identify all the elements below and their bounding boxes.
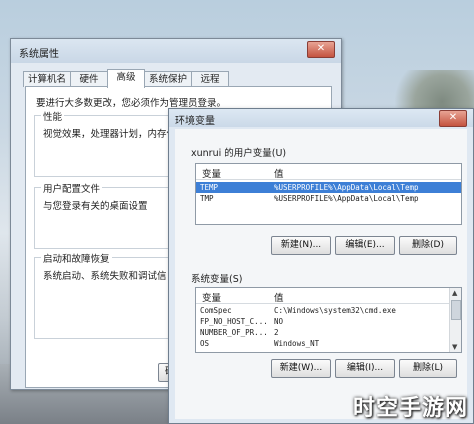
tab-hardware[interactable]: 硬件 [70,71,108,87]
user-edit-button[interactable]: 编辑(E)... [335,236,395,255]
close-icon[interactable]: ✕ [439,110,467,127]
user-variable-row[interactable]: TMP %USERPROFILE%\AppData\Local\Temp [196,193,461,204]
system-edit-button[interactable]: 编辑(I)... [335,359,395,378]
system-variables-label: 系统变量(S) [191,274,243,285]
startup-label: 启动和故障恢复 [41,251,112,265]
tab-system-protection[interactable]: 系统保护 [144,71,192,87]
startup-desc: 系统启动、系统失败和调试信 [43,271,167,282]
variable-name: OS [200,339,210,348]
watermark-logo: 时空手游网 [352,396,468,421]
column-variable[interactable]: 变量 [202,166,221,180]
variable-value: C:\Windows\system32\cmd.exe [274,306,396,315]
scroll-up-icon[interactable]: ▲ [452,289,457,297]
environment-variables-titlebar[interactable]: 环境变量 ✕ [169,109,473,127]
variable-value: %USERPROFILE%\AppData\Local\Temp [274,194,419,203]
close-icon[interactable]: ✕ [307,41,335,58]
user-variables-label: xunrui 的用户变量(U) [191,148,287,159]
environment-variables-title: 环境变量 [175,116,215,127]
variable-value: Windows_NT [274,339,320,348]
system-variable-row[interactable]: OS Windows_NT [196,338,461,349]
user-new-button[interactable]: 新建(N)... [271,236,331,255]
performance-desc: 视觉效果，处理器计划，内存使 [43,129,177,140]
system-variables-header: 变量 值 [196,288,461,304]
variable-name: NUMBER_OF_PR... [200,328,268,337]
tab-advanced[interactable]: 高级 [107,69,145,88]
scroll-thumb[interactable] [451,300,461,320]
system-properties-title: 系统属性 [19,49,59,60]
scroll-down-icon[interactable]: ▼ [452,343,457,351]
system-variable-row[interactable]: NUMBER_OF_PR... 2 [196,327,461,338]
system-new-button[interactable]: 新建(W)... [271,359,331,378]
variable-value: NO [274,317,284,326]
admin-note: 要进行大多数更改，您必须作为管理员登录。 [36,98,227,109]
system-variable-row[interactable]: ComSpec C:\Windows\system32\cmd.exe [196,305,461,316]
tab-computer-name[interactable]: 计算机名 [23,71,71,87]
variable-name: TEMP [200,183,219,192]
user-profiles-label: 用户配置文件 [41,181,103,195]
system-delete-button[interactable]: 删除(L) [399,359,457,378]
system-variables-list[interactable]: 变量 值 ComSpec C:\Windows\system32\cmd.exe… [195,287,462,353]
variable-name: FP_NO_HOST_C... [200,317,268,326]
variable-value: 2 [274,328,279,337]
variable-name: TMP [200,194,214,203]
user-variables-list[interactable]: 变量 值 TEMP %USERPROFILE%\AppData\Local\Te… [195,163,462,225]
user-variable-row[interactable]: TEMP %USERPROFILE%\AppData\Local\Temp [196,182,461,193]
user-profiles-desc: 与您登录有关的桌面设置 [43,201,148,212]
variable-name: ComSpec [200,306,232,315]
column-variable[interactable]: 变量 [202,290,221,304]
variable-value: %USERPROFILE%\AppData\Local\Temp [274,183,419,192]
system-variable-row[interactable]: FP_NO_HOST_C... NO [196,316,461,327]
environment-variables-body: xunrui 的用户变量(U) 变量 值 TEMP %USERPROFILE%\… [175,129,467,419]
column-value[interactable]: 值 [274,166,284,180]
tab-remote[interactable]: 远程 [191,71,229,87]
user-delete-button[interactable]: 删除(D) [399,236,457,255]
performance-label: 性能 [41,109,65,123]
environment-variables-window: 环境变量 ✕ xunrui 的用户变量(U) 变量 值 TEMP %USERPR… [168,108,474,424]
system-properties-titlebar[interactable]: 系统属性 ✕ [11,39,341,63]
column-value[interactable]: 值 [274,290,284,304]
user-variables-header: 变量 值 [196,164,461,180]
system-variables-scrollbar[interactable]: ▲ ▼ [449,288,461,352]
